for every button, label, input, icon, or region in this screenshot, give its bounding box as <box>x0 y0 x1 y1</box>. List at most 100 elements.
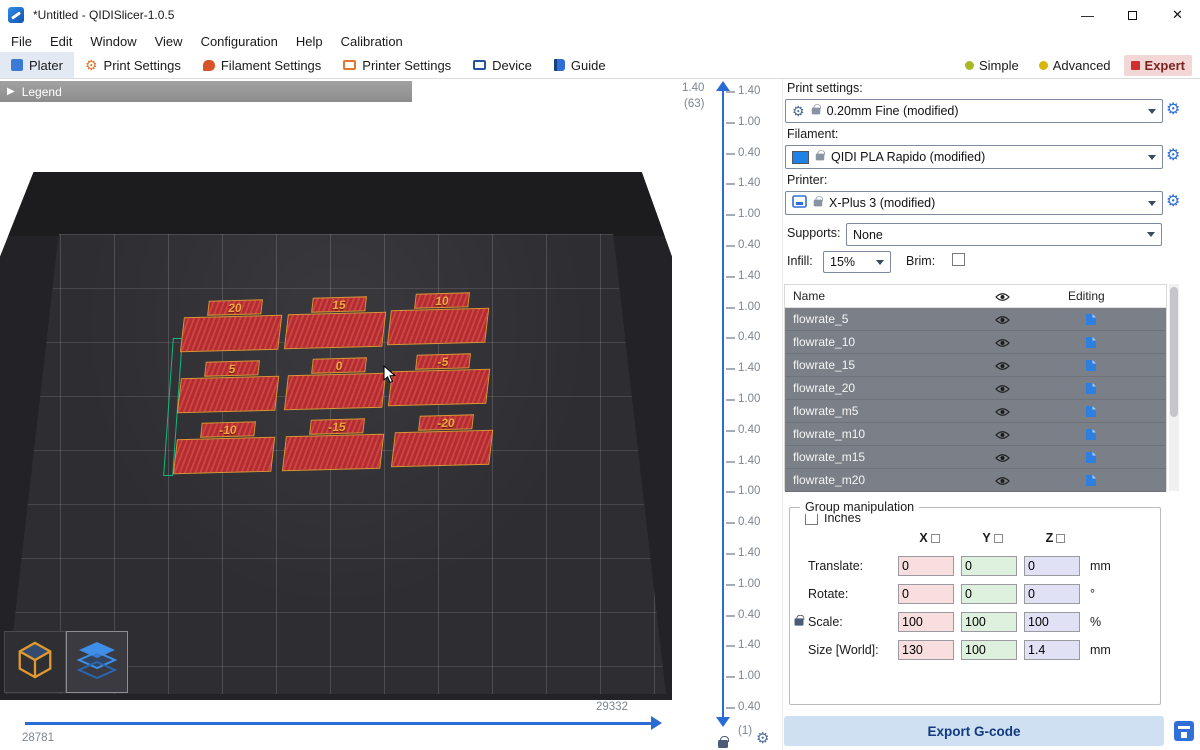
object-list-row[interactable]: flowrate_15 <box>785 354 1166 377</box>
menu-item-window[interactable]: Window <box>81 34 145 49</box>
visibility-eye-icon[interactable] <box>995 383 1010 397</box>
size-world-z-field[interactable] <box>1024 640 1080 660</box>
test-object-10[interactable]: -10 <box>173 421 279 475</box>
editor-view-button[interactable] <box>4 631 66 693</box>
edit-object-icon[interactable] <box>1085 451 1097 467</box>
layer-slider[interactable]: 1.40 (63) 1.401.000.401.401.000.401.401.… <box>672 79 782 750</box>
simple-mode-icon <box>965 61 974 70</box>
menu-item-edit[interactable]: Edit <box>41 34 81 49</box>
object-list-row[interactable]: flowrate_20 <box>785 377 1166 400</box>
brim-checkbox[interactable] <box>952 253 965 266</box>
menu-item-file[interactable]: File <box>2 34 41 49</box>
uniform-scale-lock-icon[interactable] <box>795 618 804 625</box>
axis-z: Z <box>1024 531 1087 545</box>
test-object-15[interactable]: 15 <box>284 296 390 350</box>
legend-bar[interactable]: ▶ Legend <box>0 81 412 102</box>
print-settings-gear-icon[interactable]: ⚙ <box>1166 102 1180 118</box>
slider-settings-gear-icon[interactable]: ⚙ <box>756 731 769 746</box>
visibility-eye-icon[interactable] <box>995 406 1010 420</box>
axis-label: Z <box>1046 531 1054 545</box>
axis-settings-icon[interactable] <box>1056 534 1065 543</box>
visibility-eye-icon[interactable] <box>995 452 1010 466</box>
filament-preset-combo[interactable]: QIDI PLA Rapido (modified) <box>785 145 1163 169</box>
translate-x-field[interactable] <box>898 556 954 576</box>
mode-expert[interactable]: Expert <box>1124 55 1192 76</box>
menu-item-help[interactable]: Help <box>287 34 332 49</box>
size-world-y-field[interactable] <box>961 640 1017 660</box>
test-object-5[interactable]: -5 <box>388 353 494 407</box>
object-list-row[interactable]: flowrate_10 <box>785 331 1166 354</box>
supports-value: None <box>853 228 1141 242</box>
edit-object-icon[interactable] <box>1085 382 1097 398</box>
mode-label: Advanced <box>1053 58 1111 73</box>
mode-simple[interactable]: Simple <box>958 55 1026 76</box>
translate-z-field[interactable] <box>1024 556 1080 576</box>
tab-device[interactable]: Device <box>462 52 543 78</box>
edit-object-icon[interactable] <box>1085 428 1097 444</box>
tab-filament-settings[interactable]: Filament Settings <box>192 52 332 78</box>
visibility-eye-icon[interactable] <box>995 429 1010 443</box>
edit-object-icon[interactable] <box>1085 359 1097 375</box>
tab-print-settings[interactable]: ⚙Print Settings <box>74 52 192 78</box>
object-list-scrollbar[interactable] <box>1169 284 1179 491</box>
printer-settings-gear-icon[interactable]: ⚙ <box>1166 194 1180 210</box>
visibility-eye-icon[interactable] <box>995 337 1010 351</box>
translate-y-field[interactable] <box>961 556 1017 576</box>
rotate-x-field[interactable] <box>898 584 954 604</box>
axis-settings-icon[interactable] <box>931 534 940 543</box>
slider-lock-icon[interactable] <box>718 740 728 748</box>
visibility-eye-icon[interactable] <box>995 314 1010 328</box>
test-object-5[interactable]: 5 <box>177 360 283 414</box>
printer-upload-icon[interactable] <box>1173 718 1195 747</box>
menu-item-view[interactable]: View <box>146 34 192 49</box>
viewport-3d[interactable]: 201510 50-5 -10-15-20 <box>0 172 672 700</box>
object-list-row[interactable]: flowrate_m5 <box>785 400 1166 423</box>
filament-settings-gear-icon[interactable]: ⚙ <box>1166 148 1180 164</box>
visibility-eye-icon[interactable] <box>995 360 1010 374</box>
scrollbar-thumb[interactable] <box>1170 287 1178 417</box>
rotate-z-field[interactable] <box>1024 584 1080 604</box>
minimize-button[interactable]: — <box>1065 0 1110 30</box>
preview-view-button[interactable] <box>66 631 128 693</box>
axis-label: X <box>919 531 927 545</box>
infill-combo[interactable]: 15% <box>823 251 891 273</box>
test-object-20[interactable]: 20 <box>180 299 286 353</box>
object-list-row[interactable]: flowrate_m20 <box>785 469 1166 492</box>
export-gcode-button[interactable]: Export G-code <box>784 716 1164 746</box>
printer-preset-combo[interactable]: X-Plus 3 (modified) <box>785 191 1163 215</box>
size-world-x-field[interactable] <box>898 640 954 660</box>
tab-plater[interactable]: Plater <box>0 52 74 78</box>
test-object-10[interactable]: 10 <box>387 292 493 346</box>
object-list-row[interactable]: flowrate_m10 <box>785 423 1166 446</box>
test-object-20[interactable]: -20 <box>391 414 497 468</box>
scale-z-field[interactable] <box>1024 612 1080 632</box>
close-button[interactable]: ✕ <box>1155 0 1200 30</box>
tab-printer-settings[interactable]: Printer Settings <box>332 52 462 78</box>
object-name: flowrate_15 <box>785 358 855 372</box>
edit-object-icon[interactable] <box>1085 474 1097 490</box>
axis-settings-icon[interactable] <box>994 534 1003 543</box>
print-preset-combo[interactable]: ⚙ 0.20mm Fine (modified) <box>785 99 1163 123</box>
visibility-eye-icon[interactable] <box>995 475 1010 489</box>
object-list-row[interactable]: flowrate_5 <box>785 308 1166 331</box>
menu-item-calibration[interactable]: Calibration <box>332 34 412 49</box>
tab-guide[interactable]: Guide <box>543 52 617 78</box>
scale-x-field[interactable] <box>898 612 954 632</box>
move-slider[interactable] <box>25 722 651 725</box>
supports-combo[interactable]: None <box>846 223 1162 246</box>
test-object-15[interactable]: -15 <box>282 418 388 472</box>
maximize-button[interactable] <box>1110 0 1155 30</box>
scale-y-field[interactable] <box>961 612 1017 632</box>
mode-advanced[interactable]: Advanced <box>1032 55 1118 76</box>
move-slider-handle[interactable] <box>651 716 662 730</box>
object-list-row[interactable]: flowrate_m15 <box>785 446 1166 469</box>
edit-object-icon[interactable] <box>1085 336 1097 352</box>
menu-item-configuration[interactable]: Configuration <box>192 34 287 49</box>
test-object-0[interactable]: 0 <box>284 357 390 411</box>
layer-slider-bottom-handle[interactable] <box>716 717 730 727</box>
edit-object-icon[interactable] <box>1085 313 1097 329</box>
chevron-down-icon <box>876 260 884 265</box>
edit-object-icon[interactable] <box>1085 405 1097 421</box>
unit-label: mm <box>1090 559 1111 573</box>
rotate-y-field[interactable] <box>961 584 1017 604</box>
